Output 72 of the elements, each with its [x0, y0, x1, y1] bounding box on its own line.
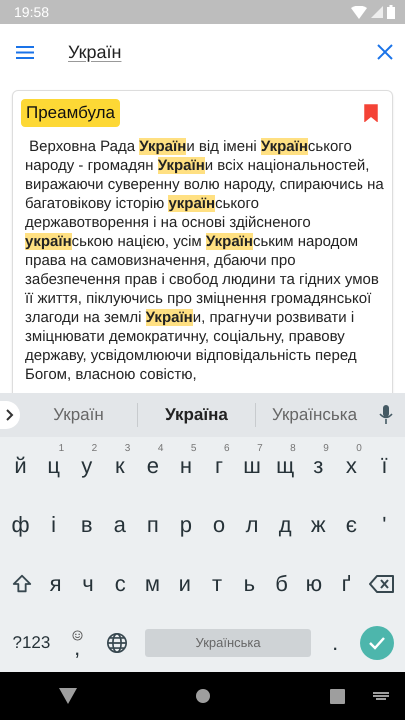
bookmark-icon[interactable] — [364, 104, 378, 122]
key-hint: 2 — [92, 443, 98, 454]
keyboard-key[interactable]: й — [4, 441, 38, 492]
key-hint: 4 — [158, 443, 164, 454]
shift-icon — [10, 572, 33, 595]
suggestion[interactable]: Україн — [20, 403, 137, 427]
wifi-icon — [351, 6, 367, 18]
keyboard-key[interactable]: н 5 — [169, 441, 202, 492]
key-hint: 9 — [323, 443, 329, 454]
battery-icon — [387, 5, 395, 19]
smiley-icon — [72, 630, 83, 642]
space-bar[interactable]: Українська — [145, 628, 311, 657]
keyboard-key[interactable]: п — [136, 500, 170, 550]
keyboard-key[interactable]: і — [37, 500, 70, 550]
keyboard-key[interactable]: а — [103, 500, 136, 550]
keyboard-key[interactable]: ю — [298, 558, 330, 609]
expand-button[interactable] — [0, 401, 20, 429]
key-hint: 6 — [224, 443, 230, 454]
symbols-key[interactable]: ?123 — [4, 618, 59, 668]
keyboard-key[interactable]: ' — [368, 500, 401, 550]
key-hint: 0 — [356, 443, 362, 454]
signal-icon — [371, 6, 383, 18]
keyboard-key[interactable]: л — [236, 500, 269, 550]
status-time: 19:58 — [14, 4, 50, 20]
microphone-icon[interactable] — [379, 405, 393, 425]
keyboard-key[interactable]: ж — [302, 500, 335, 550]
keyboard-key[interactable]: з 9 — [302, 441, 335, 492]
key-hint: 7 — [257, 443, 263, 454]
section-title: Преамбула — [21, 99, 120, 127]
key-hint: 3 — [124, 443, 130, 454]
keyboard-key[interactable]: щ 8 — [268, 441, 302, 492]
keyboard-key[interactable]: б — [265, 558, 298, 609]
keyboard-key[interactable]: ц 1 — [37, 441, 70, 492]
keyboard-key[interactable]: ї — [368, 441, 401, 492]
close-icon[interactable] — [377, 44, 393, 60]
back-icon[interactable] — [58, 688, 76, 704]
home-icon[interactable] — [194, 688, 210, 704]
keyboard-key[interactable]: ґ — [330, 558, 362, 609]
keyboard-key[interactable]: я — [40, 558, 72, 609]
keyboard-key[interactable]: о — [202, 500, 236, 550]
key-hint: 8 — [290, 443, 296, 454]
keyboard-key[interactable]: х 0 — [334, 441, 368, 492]
menu-icon[interactable] — [16, 46, 34, 58]
keyboard-icon[interactable] — [373, 692, 389, 701]
keyboard-key[interactable]: д — [268, 500, 302, 550]
chevron-icon — [6, 409, 14, 421]
comma-key[interactable]: , — [58, 618, 96, 668]
keyboard-key[interactable]: є — [334, 500, 368, 550]
keyboard-key[interactable]: г 6 — [202, 441, 236, 492]
keyboard-key[interactable]: к 3 — [103, 441, 136, 492]
suggestion[interactable]: Україна — [138, 403, 255, 427]
keyboard-key[interactable]: ф — [4, 500, 38, 550]
key-hint: 1 — [58, 443, 64, 454]
keyboard-key[interactable]: м — [136, 558, 169, 609]
keyboard-key[interactable]: е 4 — [136, 441, 170, 492]
keyboard-key[interactable]: ш 7 — [236, 441, 269, 492]
keyboard-key[interactable]: . — [316, 618, 354, 668]
keyboard-key[interactable]: ь — [233, 558, 266, 609]
keyboard-key[interactable]: т — [200, 558, 234, 609]
keyboard-key[interactable]: и — [168, 558, 201, 609]
checkmark-icon — [368, 636, 386, 650]
keyboard-key[interactable]: р — [169, 500, 202, 550]
globe-icon — [106, 632, 128, 654]
keyboard-key[interactable]: в — [70, 500, 104, 550]
backspace-icon — [368, 574, 395, 594]
keyboard-key[interactable]: ч — [72, 558, 104, 609]
suggestion[interactable]: Українська — [256, 403, 373, 427]
recents-icon[interactable] — [330, 688, 345, 704]
search-field[interactable]: Україн — [68, 42, 377, 62]
keyboard-key[interactable]: с — [104, 558, 136, 609]
keyboard-key[interactable]: у 2 — [70, 441, 104, 492]
key-hint: 5 — [190, 443, 196, 454]
